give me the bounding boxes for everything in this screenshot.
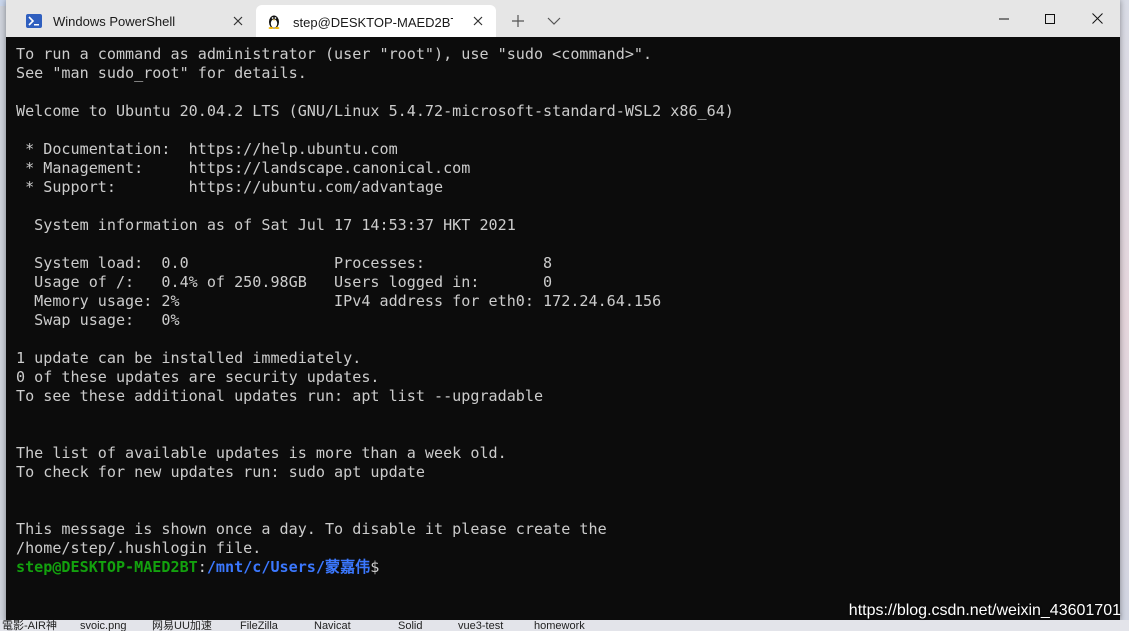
maximize-button[interactable] [1027, 0, 1073, 37]
desktop-icon-label[interactable]: Solid [398, 621, 422, 631]
terminal-line: See "man sudo_root" for details. [16, 64, 307, 82]
terminal-output[interactable]: To run a command as administrator (user … [6, 37, 1120, 622]
prompt-symbol: $ [370, 558, 380, 576]
tab-close-icon[interactable] [470, 13, 486, 29]
maximize-icon [1045, 13, 1055, 24]
terminal-line: 0 of these updates are security updates. [16, 368, 380, 386]
chevron-down-icon [547, 17, 561, 25]
plus-icon [512, 15, 524, 27]
terminal-line: System load: 0.0 Processes: 8 [16, 254, 553, 272]
tab-close-icon[interactable] [230, 13, 246, 29]
tab-label: step@DESKTOP-MAED2BT: /mnt/c/Users/蒙嘉伟 [293, 14, 453, 30]
new-tab-button[interactable] [506, 10, 530, 32]
title-bar[interactable]: Windows PowerShell step@DESKTOP-MAED2BT:… [6, 0, 1120, 37]
prompt-separator: : [197, 558, 207, 576]
desktop-icon-label[interactable]: svoic.png [80, 621, 126, 631]
prompt-path: /mnt/c/Users/蒙嘉伟 [206, 558, 371, 576]
desktop-icon-labels: 電影-AIR神 svoic.png 网易UU加速 FileZilla Navic… [0, 620, 1129, 631]
terminal-line: Welcome to Ubuntu 20.04.2 LTS (GNU/Linux… [16, 102, 734, 120]
linux-penguin-icon [266, 13, 282, 29]
terminal-lines: To run a command as administrator (user … [16, 45, 734, 577]
terminal-line: * Support: https://ubuntu.com/advantage [16, 178, 444, 196]
terminal-line: * Management: https://landscape.canonica… [16, 159, 471, 177]
tab-dropdown-button[interactable] [542, 10, 566, 32]
terminal-window: Windows PowerShell step@DESKTOP-MAED2BT:… [6, 0, 1120, 622]
desktop-icon-label[interactable]: FileZilla [240, 621, 278, 631]
desktop-background-right [1120, 0, 1129, 631]
terminal-line: This message is shown once a day. To dis… [16, 520, 607, 538]
shell-prompt[interactable]: step@DESKTOP-MAED2BT:/mnt/c/Users/蒙嘉伟$ [16, 558, 734, 577]
desktop-icon-label[interactable]: homework [534, 621, 585, 631]
desktop-icon-label[interactable]: Navicat [314, 621, 351, 631]
tab-windows-powershell[interactable]: Windows PowerShell [16, 5, 256, 37]
terminal-scrollbar[interactable] [1114, 37, 1120, 622]
desktop-icon-label[interactable]: vue3-test [458, 621, 503, 631]
terminal-line: The list of available updates is more th… [16, 444, 507, 462]
terminal-line: * Documentation: https://help.ubuntu.com [16, 140, 398, 158]
close-window-button[interactable] [1074, 0, 1120, 37]
terminal-line: To check for new updates run: sudo apt u… [16, 463, 425, 481]
tab-ubuntu[interactable]: step@DESKTOP-MAED2BT: /mnt/c/Users/蒙嘉伟 [256, 5, 496, 37]
minimize-button[interactable] [981, 0, 1027, 37]
tab-label: Windows PowerShell [53, 13, 176, 29]
watermark: https://blog.csdn.net/weixin_43601701 [848, 602, 1121, 619]
close-icon [1091, 13, 1103, 24]
terminal-line: System information as of Sat Jul 17 14:5… [16, 216, 516, 234]
terminal-line: To run a command as administrator (user … [16, 45, 653, 63]
prompt-user-host: step@DESKTOP-MAED2BT [16, 558, 198, 576]
terminal-line: Usage of /: 0.4% of 250.98GB Users logge… [16, 273, 553, 291]
terminal-line: 1 update can be installed immediately. [16, 349, 362, 367]
terminal-line: Memory usage: 2% IPv4 address for eth0: … [16, 292, 662, 310]
desktop-icon-label[interactable]: 网易UU加速 [152, 621, 212, 631]
terminal-line: /home/step/.hushlogin file. [16, 539, 262, 557]
terminal-line: To see these additional updates run: apt… [16, 387, 544, 405]
terminal-line: Swap usage: 0% [16, 311, 180, 329]
minimize-icon [999, 18, 1009, 19]
desktop-icon-label[interactable]: 電影-AIR神 [2, 621, 57, 631]
powershell-icon [26, 13, 42, 29]
